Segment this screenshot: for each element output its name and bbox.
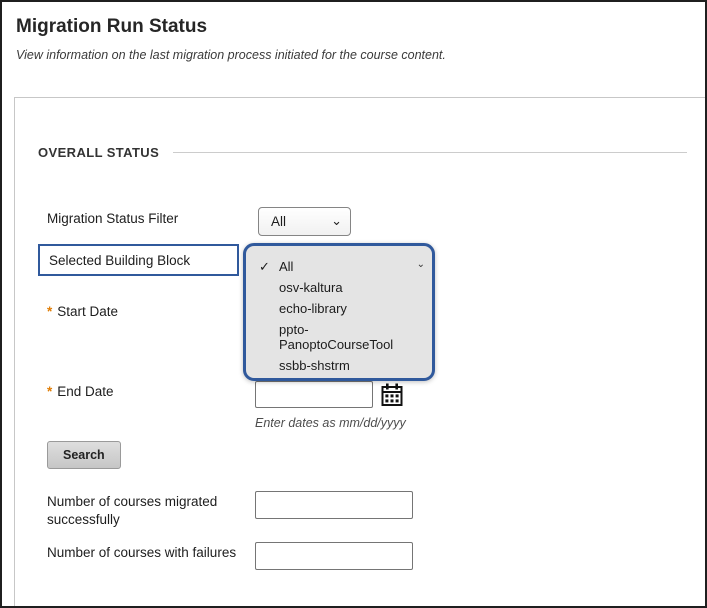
- dropdown-option-echo-library[interactable]: echo-library: [246, 298, 432, 319]
- search-button[interactable]: Search: [47, 441, 121, 469]
- calendar-picker-button[interactable]: [378, 380, 405, 409]
- section-heading: OVERALL STATUS: [38, 145, 159, 160]
- dropdown-option-all[interactable]: ✓ All: [246, 256, 432, 277]
- building-block-option-list: ✓ All osv-kaltura echo-library ppto-Pano…: [246, 256, 432, 376]
- page-subtitle: View information on the last migration p…: [16, 48, 446, 62]
- courses-failures-input[interactable]: [255, 542, 413, 570]
- end-date-input[interactable]: [255, 381, 373, 408]
- start-date-label-text: Start Date: [57, 304, 118, 319]
- chevron-down-icon: ⌄: [331, 214, 342, 227]
- selected-building-block-label-text: Selected Building Block: [49, 253, 190, 268]
- page-title: Migration Run Status: [16, 16, 207, 38]
- dropdown-option-ppto-panoptocoursetool[interactable]: ppto-PanoptoCourseTool: [246, 319, 432, 355]
- option-label: echo-library: [279, 301, 347, 316]
- overall-status-section-header: OVERALL STATUS: [38, 145, 687, 160]
- migration-run-status-page: Migration Run Status View information on…: [0, 0, 707, 608]
- option-label: ssbb-shstrm: [279, 358, 350, 373]
- date-format-hint: Enter dates as mm/dd/yyyy: [255, 416, 406, 430]
- courses-migrated-input[interactable]: [255, 491, 413, 519]
- dropdown-option-ssbb-shstrm[interactable]: ssbb-shstrm: [246, 355, 432, 376]
- start-date-label: * Start Date: [47, 303, 118, 321]
- option-label: osv-kaltura: [279, 280, 343, 295]
- end-date-label: * End Date: [47, 383, 114, 401]
- courses-failures-label: Number of courses with failures: [47, 544, 252, 562]
- option-label: ppto-PanoptoCourseTool: [279, 322, 393, 352]
- calendar-icon: [381, 383, 403, 407]
- selected-building-block-label[interactable]: Selected Building Block: [38, 244, 239, 276]
- required-asterisk-icon: *: [47, 384, 52, 399]
- migration-status-filter-label: Migration Status Filter: [47, 210, 178, 228]
- courses-migrated-label: Number of courses migrated successfully: [47, 493, 243, 529]
- section-divider: [173, 152, 687, 153]
- end-date-label-text: End Date: [57, 384, 113, 399]
- dropdown-option-osv-kaltura[interactable]: osv-kaltura: [246, 277, 432, 298]
- migration-status-filter-value: All: [271, 214, 286, 229]
- migration-status-filter-select[interactable]: All ⌄: [258, 207, 351, 236]
- required-asterisk-icon: *: [47, 304, 52, 319]
- checkmark-icon: ✓: [259, 259, 270, 275]
- building-block-dropdown: ⌄ ✓ All osv-kaltura echo-library ppto-Pa…: [243, 243, 435, 381]
- option-label: All: [279, 259, 293, 274]
